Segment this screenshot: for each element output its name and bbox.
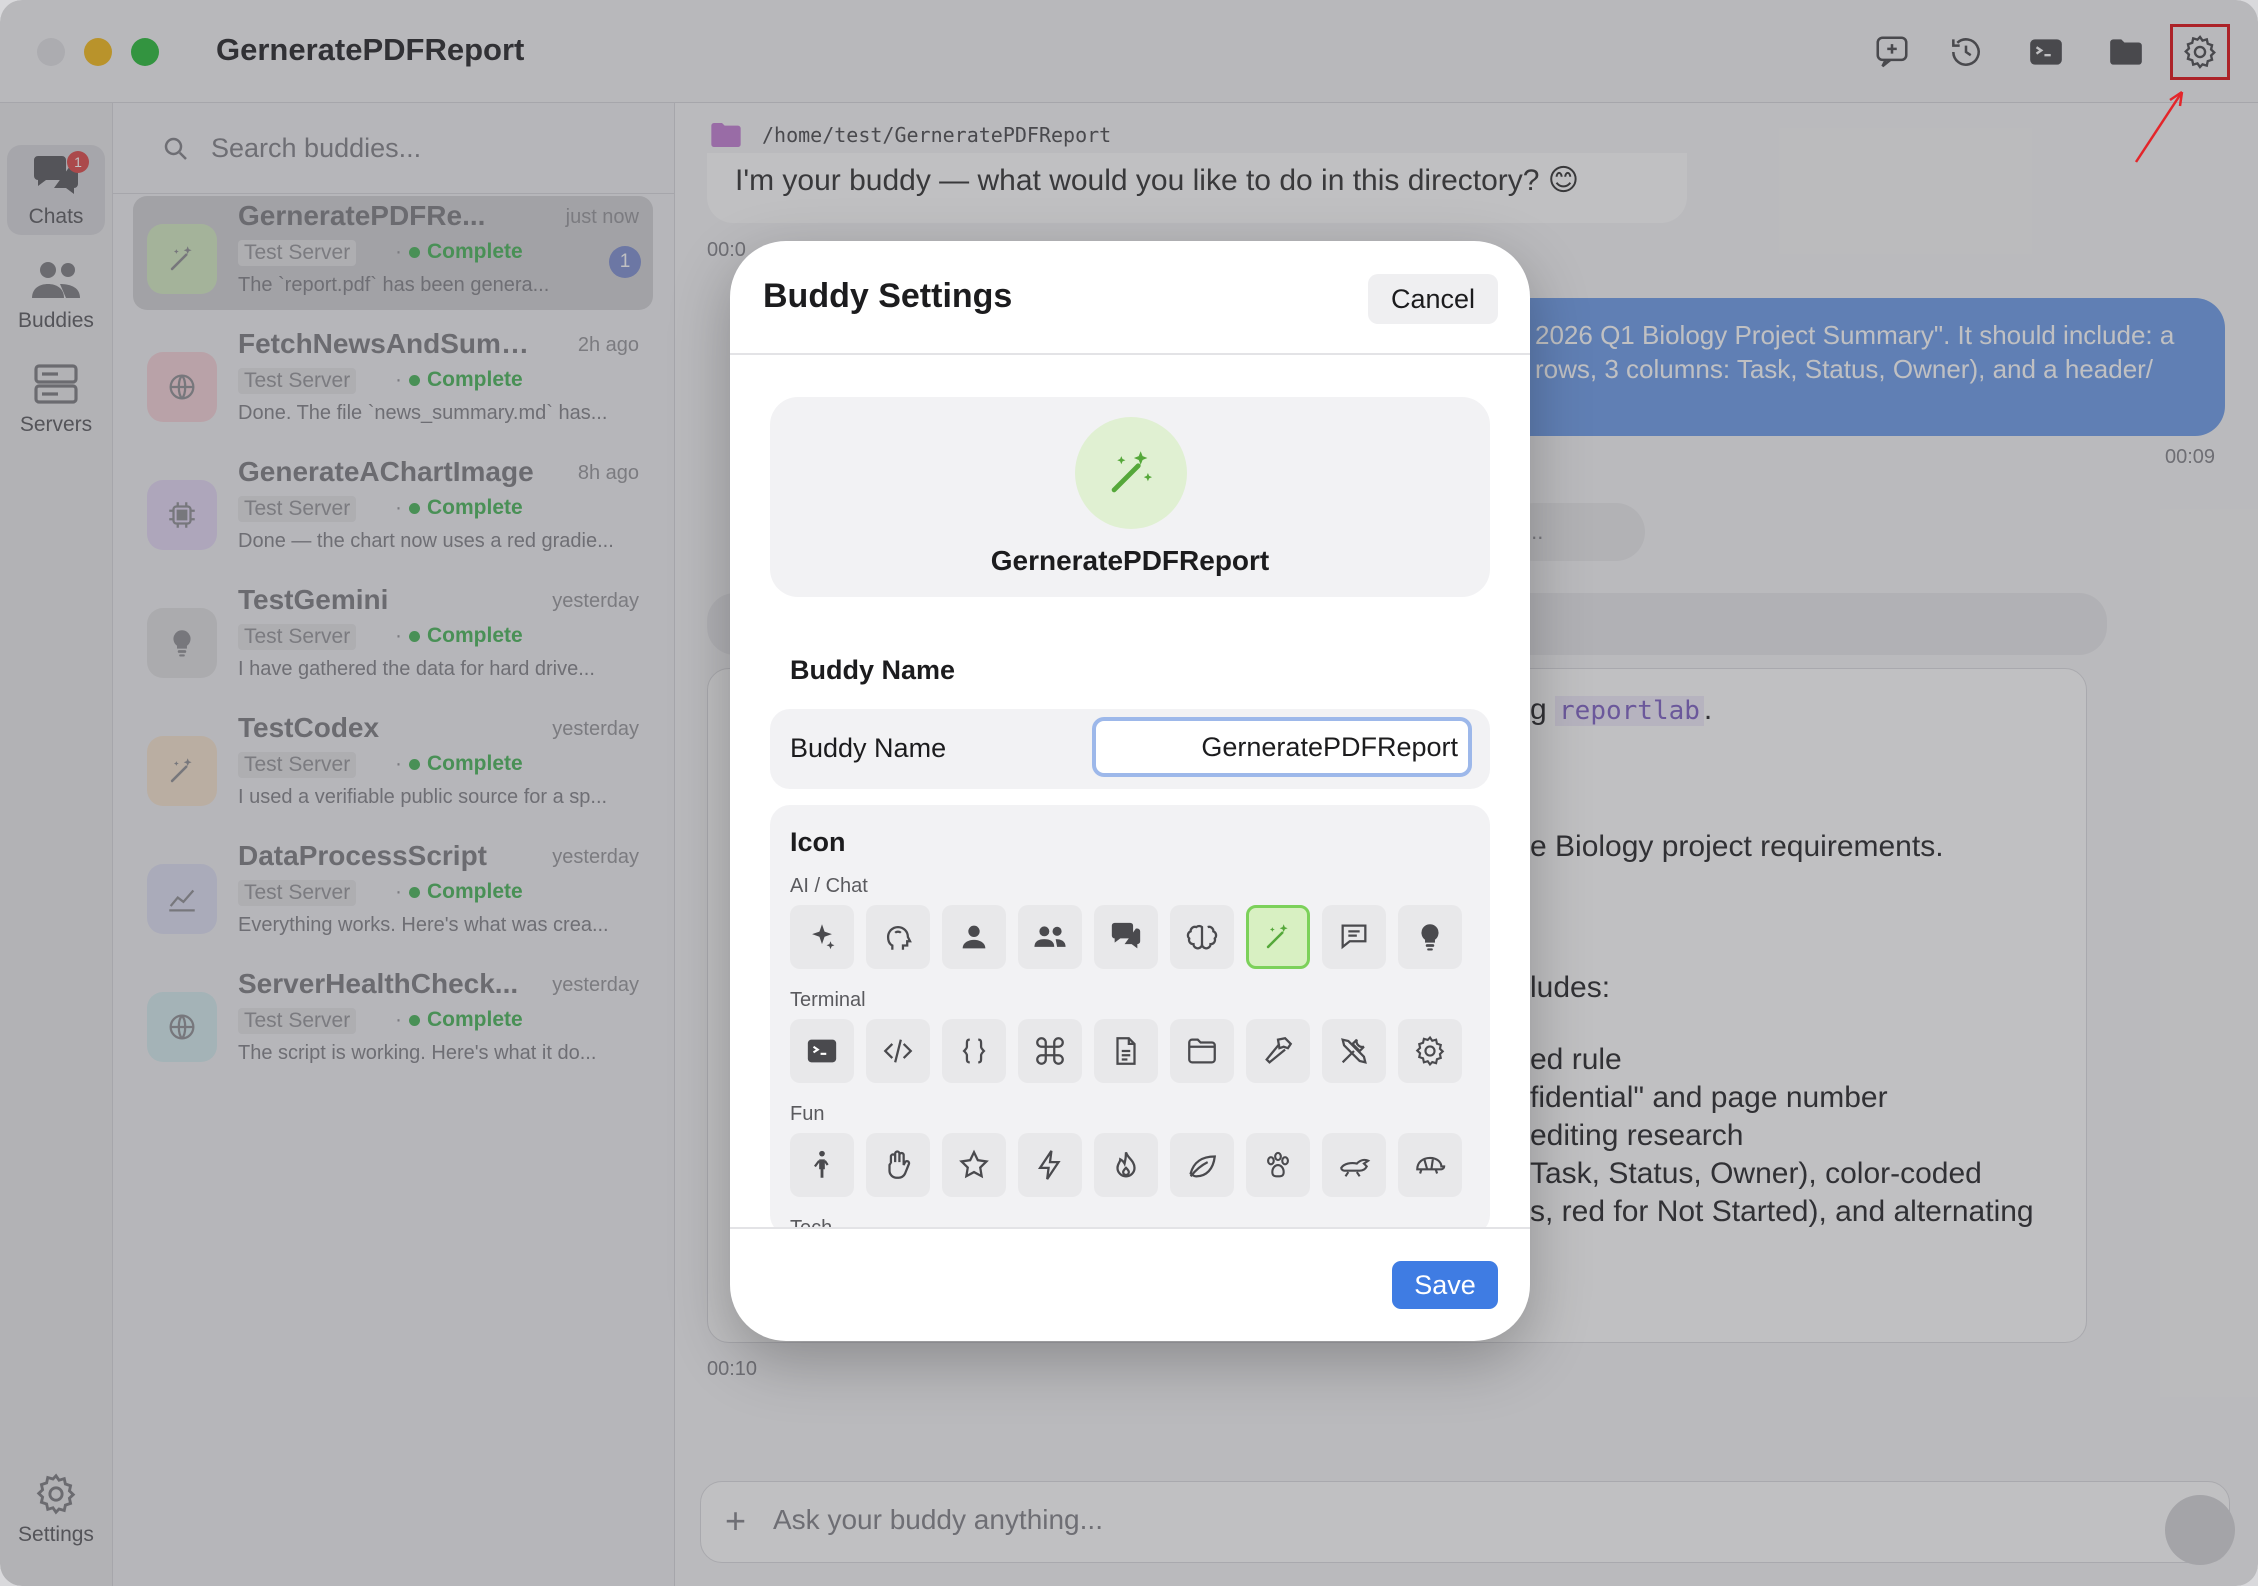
buddy-settings-dialog: Buddy Settings Cancel GerneratePDFReport…	[730, 241, 1530, 1341]
tools-icon[interactable]	[1322, 1019, 1386, 1083]
icon-picker: Icon AI / Chat Terminal Fun Tech	[770, 805, 1490, 1227]
people-icon[interactable]	[1018, 905, 1082, 969]
icon-row	[790, 1019, 1462, 1083]
wand-icon[interactable]	[1246, 905, 1310, 969]
sparkles-icon[interactable]	[790, 905, 854, 969]
document-icon[interactable]	[1094, 1019, 1158, 1083]
flame-icon[interactable]	[1094, 1133, 1158, 1197]
command-icon[interactable]	[1018, 1019, 1082, 1083]
folder-icon[interactable]	[1170, 1019, 1234, 1083]
tortoise-icon[interactable]	[1398, 1133, 1462, 1197]
terminal-icon[interactable]	[790, 1019, 854, 1083]
hammer-icon[interactable]	[1246, 1019, 1310, 1083]
dialog-title: Buddy Settings	[763, 277, 1013, 315]
hare-icon[interactable]	[1322, 1133, 1386, 1197]
code-icon[interactable]	[866, 1019, 930, 1083]
icon-category-label: Tech	[790, 1217, 832, 1227]
name-field-label: Buddy Name	[790, 733, 947, 763]
figure-icon[interactable]	[790, 1133, 854, 1197]
icon-category-label: Fun	[790, 1103, 825, 1125]
hand-icon[interactable]	[866, 1133, 930, 1197]
buddy-preview-card: GerneratePDFReport	[770, 397, 1490, 597]
star-icon[interactable]	[942, 1133, 1006, 1197]
icon-row	[790, 1133, 1462, 1197]
divider	[730, 1227, 1530, 1229]
dialog-body[interactable]: GerneratePDFReport Buddy Name Buddy Name…	[730, 355, 1530, 1227]
head-icon[interactable]	[866, 905, 930, 969]
cancel-button[interactable]: Cancel	[1368, 274, 1498, 324]
braces-icon[interactable]	[942, 1019, 1006, 1083]
section-heading-name: Buddy Name	[790, 655, 956, 685]
person-icon[interactable]	[942, 905, 1006, 969]
icon-row	[790, 905, 1462, 969]
buddy-avatar	[1075, 417, 1187, 529]
name-field-row: Buddy Name	[770, 709, 1490, 789]
gear-icon[interactable]	[1398, 1019, 1462, 1083]
save-button[interactable]: Save	[1392, 1261, 1498, 1309]
leaf-icon[interactable]	[1170, 1133, 1234, 1197]
bolt-icon[interactable]	[1018, 1133, 1082, 1197]
icon-category-label: AI / Chat	[790, 875, 868, 897]
app-window: GerneratePDFReport Chats 1 Buddies Serve…	[0, 0, 2258, 1586]
brain-icon[interactable]	[1170, 905, 1234, 969]
annotation-arrow-icon	[2134, 90, 2184, 163]
buddy-name-input[interactable]	[1092, 717, 1472, 777]
message-icon[interactable]	[1322, 905, 1386, 969]
wand-icon	[1111, 451, 1153, 493]
lightbulb-icon[interactable]	[1398, 905, 1462, 969]
icon-category-label: Terminal	[790, 989, 866, 1011]
buddy-preview-name: GerneratePDFReport	[990, 545, 1270, 576]
section-heading-icon: Icon	[790, 827, 846, 857]
paw-icon[interactable]	[1246, 1133, 1310, 1197]
chat-bubbles-icon[interactable]	[1094, 905, 1158, 969]
